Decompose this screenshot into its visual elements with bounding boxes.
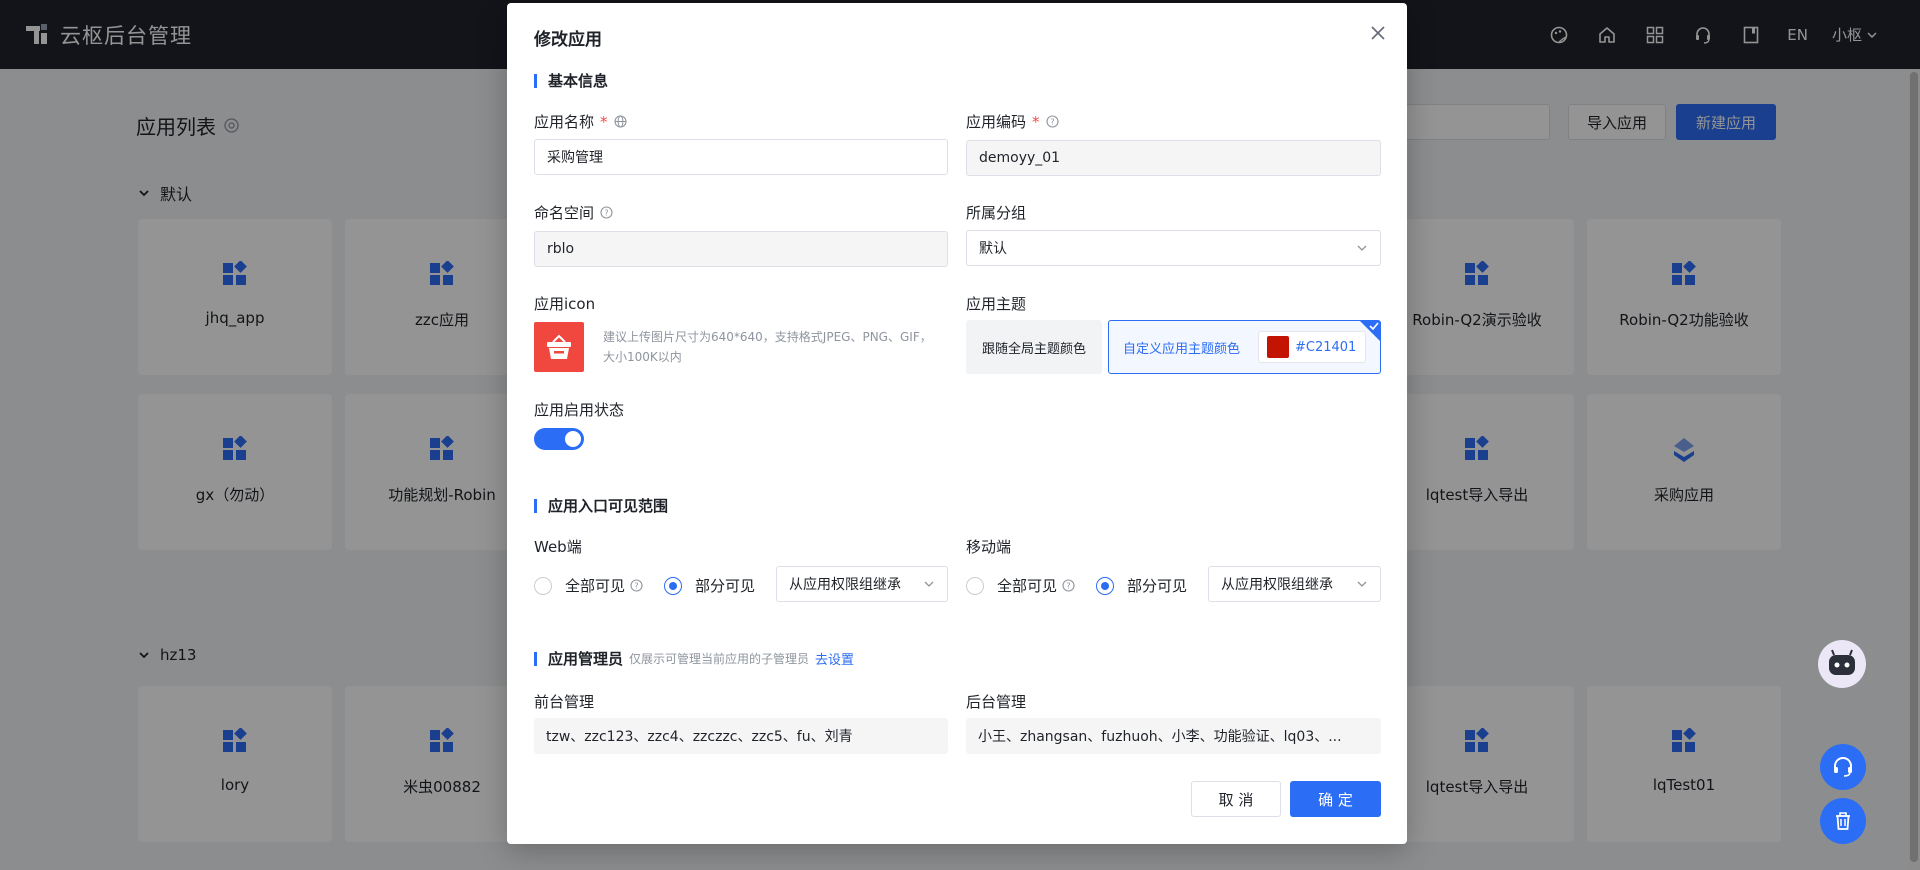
- headset-icon: [1831, 755, 1855, 779]
- help-icon[interactable]: ?: [1045, 115, 1059, 128]
- back-admin-label: 后台管理: [966, 693, 1027, 711]
- modal-title: 修改应用: [534, 30, 602, 50]
- admins-subtitle: 仅展示可管理当前应用的子管理员: [629, 652, 810, 666]
- robot-assistant-icon[interactable]: [1818, 640, 1866, 688]
- edit-app-modal: 修改应用 基本信息 应用名称 * 应用编码 * ? demoyy_01 命名空间…: [507, 3, 1407, 844]
- svg-text:?: ?: [1050, 118, 1054, 127]
- svg-text:?: ?: [1066, 582, 1070, 591]
- close-icon[interactable]: [1367, 22, 1389, 44]
- app-icon-label: 应用icon: [534, 295, 596, 313]
- color-swatch: [1267, 336, 1289, 358]
- web-permission-select[interactable]: 从应用权限组继承: [776, 566, 948, 602]
- confirm-button[interactable]: 确 定: [1290, 781, 1381, 817]
- help-icon[interactable]: ?: [1062, 579, 1075, 592]
- svg-text:?: ?: [604, 209, 608, 218]
- section-marker: [534, 498, 537, 513]
- app-code-input: demoyy_01: [966, 140, 1381, 176]
- section-basic-info: 基本信息: [534, 70, 608, 91]
- theme-color-picker[interactable]: #C21401: [1258, 331, 1366, 363]
- help-icon[interactable]: ?: [600, 206, 613, 219]
- check-icon: [1369, 322, 1379, 330]
- status-label: 应用启用状态: [534, 401, 625, 419]
- namespace-input: rblo: [534, 231, 948, 267]
- radio-circle: [534, 576, 552, 595]
- go-settings-link[interactable]: 去设置: [815, 649, 854, 668]
- chevron-down-icon: [1356, 242, 1368, 254]
- customer-service-button[interactable]: [1820, 744, 1866, 790]
- radio-circle-checked: [664, 576, 682, 595]
- trash-button[interactable]: [1820, 798, 1866, 844]
- mobile-all-visible-radio[interactable]: 全部可见 ?: [966, 575, 1075, 596]
- namespace-label: 命名空间 ?: [534, 202, 613, 223]
- status-toggle[interactable]: [534, 428, 584, 450]
- mobile-partial-visible-radio[interactable]: 部分可见: [1096, 575, 1187, 596]
- app-name-input[interactable]: [534, 139, 948, 175]
- globe-icon[interactable]: [613, 115, 627, 128]
- chevron-down-icon: [923, 578, 935, 590]
- app-name-label: 应用名称 *: [534, 111, 627, 132]
- app-code-label: 应用编码 * ?: [966, 111, 1059, 132]
- section-visibility: 应用入口可见范围: [534, 495, 668, 516]
- cancel-button[interactable]: 取 消: [1191, 781, 1281, 817]
- section-admins: 应用管理员 仅展示可管理当前应用的子管理员 去设置: [534, 648, 854, 669]
- toggle-knob: [565, 431, 581, 447]
- app-theme-label: 应用主题: [966, 295, 1027, 313]
- required-mark: *: [600, 112, 608, 131]
- group-label: 所属分组: [966, 204, 1027, 222]
- section-marker: [534, 651, 537, 666]
- group-select[interactable]: 默认: [966, 230, 1381, 266]
- theme-follow-global-option[interactable]: 跟随全局主题颜色: [966, 320, 1102, 374]
- app-icon-upload[interactable]: [534, 322, 584, 372]
- mobile-label: 移动端: [966, 538, 1012, 556]
- radio-circle-checked: [1096, 576, 1114, 595]
- chevron-down-icon: [1356, 578, 1368, 590]
- radio-circle: [966, 576, 984, 595]
- required-mark: *: [1032, 112, 1040, 131]
- theme-custom-option[interactable]: 自定义应用主题颜色 #C21401: [1108, 320, 1381, 374]
- mobile-permission-select[interactable]: 从应用权限组继承: [1208, 566, 1381, 602]
- shopping-basket-icon: [544, 333, 574, 361]
- web-partial-visible-radio[interactable]: 部分可见: [664, 575, 755, 596]
- front-admin-value: tzw、zzc123、zzc4、zzczzc、zzc5、fu、刘青: [534, 718, 948, 754]
- icon-upload-hint: 建议上传图片尺寸为640*640，支持格式JPEG、PNG、GIF，大小100K…: [603, 330, 932, 364]
- front-admin-label: 前台管理: [534, 693, 595, 711]
- back-admin-value: 小王、zhangsan、fuzhuoh、小李、功能验证、lq03、...: [966, 718, 1381, 754]
- section-marker: [534, 73, 537, 88]
- web-label: Web端: [534, 538, 582, 556]
- help-icon[interactable]: ?: [630, 579, 643, 592]
- trash-icon: [1832, 810, 1854, 832]
- svg-text:?: ?: [634, 582, 638, 591]
- web-all-visible-radio[interactable]: 全部可见 ?: [534, 575, 643, 596]
